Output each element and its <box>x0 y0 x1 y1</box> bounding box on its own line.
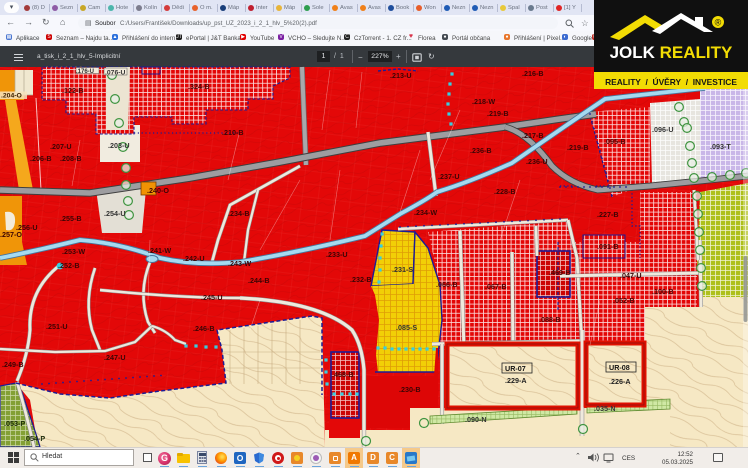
svg-text:.234-W: .234-W <box>414 208 437 217</box>
svg-text:.236-B: .236-B <box>470 146 492 155</box>
svg-text:.226-A: .226-A <box>609 377 631 386</box>
svg-text:.091-B: .091-B <box>597 242 619 251</box>
svg-text:.047-U: .047-U <box>620 271 642 280</box>
svg-text:.228-B: .228-B <box>494 187 516 196</box>
svg-text:.067-B: .067-B <box>485 282 507 291</box>
svg-text:.251-U: .251-U <box>46 322 68 331</box>
svg-text:.219-B: .219-B <box>487 109 509 118</box>
svg-text:.236-U: .236-U <box>526 157 548 166</box>
svg-text:.218-W: .218-W <box>472 97 495 106</box>
svg-text:.085-S: .085-S <box>396 323 417 332</box>
svg-text:.257-O: .257-O <box>0 230 22 239</box>
svg-text:.035-N: .035-N <box>594 404 616 413</box>
svg-text:.249-B: .249-B <box>2 360 24 369</box>
svg-text:.230-B: .230-B <box>399 385 421 394</box>
svg-text:.245-U: .245-U <box>201 293 223 302</box>
svg-text:.229-A: .229-A <box>505 376 527 385</box>
svg-text:.210-B: .210-B <box>222 128 244 137</box>
svg-text:.232-B: .232-B <box>350 275 372 284</box>
svg-text:.052-B: .052-B <box>613 296 635 305</box>
svg-text:.237-U: .237-U <box>438 172 460 181</box>
svg-text:.254-U: .254-U <box>104 209 126 218</box>
svg-text:.095-B: .095-B <box>604 137 626 146</box>
svg-text:.242-U: .242-U <box>183 254 205 263</box>
svg-text:.122-B: .122-B <box>62 86 84 95</box>
svg-text:.204-O: .204-O <box>1 93 22 100</box>
svg-text:.241-W: .241-W <box>148 246 171 255</box>
svg-text:.231-S: .231-S <box>392 265 413 274</box>
svg-text:.219-B: .219-B <box>567 143 589 152</box>
svg-text:.203-U: .203-U <box>108 141 130 150</box>
svg-text:.176-U: .176-U <box>76 69 94 75</box>
svg-text:.093-T: .093-T <box>710 142 731 151</box>
svg-text:.208-B: .208-B <box>60 154 82 163</box>
svg-text:.066-B: .066-B <box>436 280 458 289</box>
svg-text:.469-B: .469-B <box>549 268 571 277</box>
svg-text:.054-P: .054-P <box>24 434 45 443</box>
svg-text:JOLK REALITY: JOLK REALITY <box>610 43 733 62</box>
svg-text:.053-P: .053-P <box>4 419 25 428</box>
svg-text:.096-U: .096-U <box>652 125 674 134</box>
svg-text:.227-B: .227-B <box>597 210 619 219</box>
svg-text:.100-B: .100-B <box>652 287 674 296</box>
svg-text:.255-B: .255-B <box>60 214 82 223</box>
svg-text:.213-U: .213-U <box>390 71 412 80</box>
svg-text:.247-U: .247-U <box>104 353 126 362</box>
svg-text:.207-U: .207-U <box>50 142 72 151</box>
svg-text:.246-B: .246-B <box>193 324 215 333</box>
svg-text:.244-B: .244-B <box>248 276 270 285</box>
svg-text:UR-07: UR-07 <box>505 364 526 373</box>
svg-text:.076-U: .076-U <box>105 70 125 77</box>
svg-text:.252-B: .252-B <box>58 261 80 270</box>
svg-text:UR-08: UR-08 <box>609 363 630 372</box>
svg-text:.233-U: .233-U <box>326 250 348 259</box>
svg-text:.240-O: .240-O <box>147 186 169 195</box>
svg-text:.217-B: .217-B <box>522 131 544 140</box>
svg-text:.468-B: .468-B <box>332 370 354 379</box>
svg-text:.090-N: .090-N <box>465 415 487 424</box>
svg-text:.206-B: .206-B <box>30 154 52 163</box>
svg-text:®: ® <box>715 18 722 28</box>
svg-text:.253-W: .253-W <box>62 247 85 256</box>
svg-text:.088-B: .088-B <box>539 315 561 324</box>
svg-text:.216-B: .216-B <box>522 69 544 78</box>
svg-text:.324-B: .324-B <box>188 82 210 91</box>
svg-text:.243-W: .243-W <box>228 259 251 268</box>
svg-text:.234-B: .234-B <box>228 209 250 218</box>
